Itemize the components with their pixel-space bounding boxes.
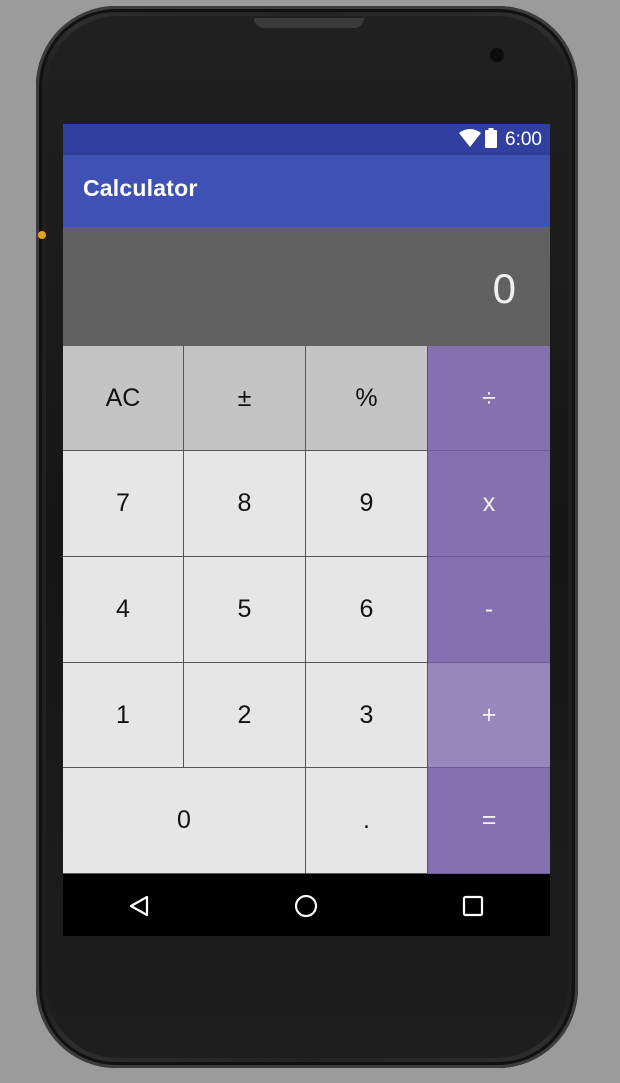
key-multiply[interactable]: x bbox=[428, 451, 550, 557]
key-subtract[interactable]: - bbox=[428, 557, 550, 663]
key-percent[interactable]: % bbox=[306, 346, 428, 451]
home-icon[interactable] bbox=[292, 892, 320, 920]
status-time: 6:00 bbox=[505, 129, 542, 150]
app-title: Calculator bbox=[83, 175, 198, 201]
key-1[interactable]: 1 bbox=[63, 663, 184, 768]
recents-icon[interactable] bbox=[459, 892, 487, 920]
key-equals[interactable]: = bbox=[428, 768, 550, 874]
key-decimal[interactable]: . bbox=[306, 768, 428, 874]
key-2[interactable]: 2 bbox=[184, 663, 306, 768]
key-7[interactable]: 7 bbox=[63, 451, 184, 557]
key-4[interactable]: 4 bbox=[63, 557, 184, 663]
notification-led bbox=[38, 231, 46, 239]
keypad: AC ± % ÷ 7 8 9 x 4 5 6 - 1 2 3 + 0 . = bbox=[63, 346, 550, 874]
display-value: 0 bbox=[492, 265, 516, 312]
status-icons: 6:00 bbox=[459, 127, 542, 153]
key-add[interactable]: + bbox=[428, 663, 550, 768]
device-screen: 6:00 Calculator 0 AC ± % ÷ 7 8 9 x 4 5 6… bbox=[63, 124, 550, 936]
navigation-bar bbox=[63, 874, 550, 936]
key-5[interactable]: 5 bbox=[184, 557, 306, 663]
key-3[interactable]: 3 bbox=[306, 663, 428, 768]
back-icon[interactable] bbox=[125, 892, 153, 920]
key-6[interactable]: 6 bbox=[306, 557, 428, 663]
calculator-display: 0 bbox=[63, 227, 550, 346]
app-bar: Calculator bbox=[63, 155, 550, 227]
key-8[interactable]: 8 bbox=[184, 451, 306, 557]
earpiece-speaker bbox=[254, 18, 364, 28]
battery-icon bbox=[485, 127, 498, 153]
front-camera bbox=[490, 48, 504, 62]
key-clear[interactable]: AC bbox=[63, 346, 184, 451]
key-9[interactable]: 9 bbox=[306, 451, 428, 557]
wifi-icon bbox=[459, 128, 482, 152]
key-plus-minus[interactable]: ± bbox=[184, 346, 306, 451]
status-bar: 6:00 bbox=[63, 124, 550, 155]
key-divide[interactable]: ÷ bbox=[428, 346, 550, 451]
key-0[interactable]: 0 bbox=[63, 768, 306, 874]
